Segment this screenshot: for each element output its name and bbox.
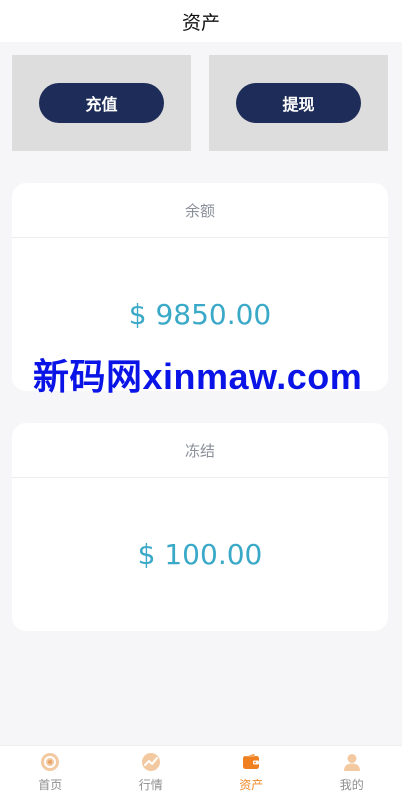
tab-market[interactable]: 行情 [101,746,202,799]
tab-market-label: 行情 [138,778,163,792]
wallet-icon [243,753,260,769]
home-icon [41,753,60,771]
page-title: 资产 [181,11,220,34]
header: 资产 [0,0,402,42]
frozen-card: 冻结 $ 100.00 [12,423,388,631]
watermark: 新码网xinmaw.com [33,356,363,397]
recharge-panel: 充值 [12,55,191,151]
tab-assets[interactable]: 资产 [201,746,302,799]
withdraw-panel: 提现 [209,55,388,151]
user-icon [343,754,360,771]
tab-home[interactable]: 首页 [0,746,101,799]
tab-mine-label: 我的 [339,778,364,792]
app: 资产 充值 提现 余额 $ 9850.00 冻结 $ 100.00 新码网xin… [0,0,402,799]
frozen-amount: $ 100.00 [137,538,263,571]
tab-home-label: 首页 [38,778,63,792]
withdraw-button[interactable]: 提现 [236,83,361,123]
tab-bar: 首页 行情 资产 我的 [0,745,402,799]
market-icon [141,753,160,771]
tab-mine[interactable]: 我的 [302,746,402,799]
tab-assets-label: 资产 [239,778,264,792]
recharge-button[interactable]: 充值 [39,83,164,123]
balance-label: 余额 [12,183,388,238]
frozen-label: 冻结 [12,423,388,478]
